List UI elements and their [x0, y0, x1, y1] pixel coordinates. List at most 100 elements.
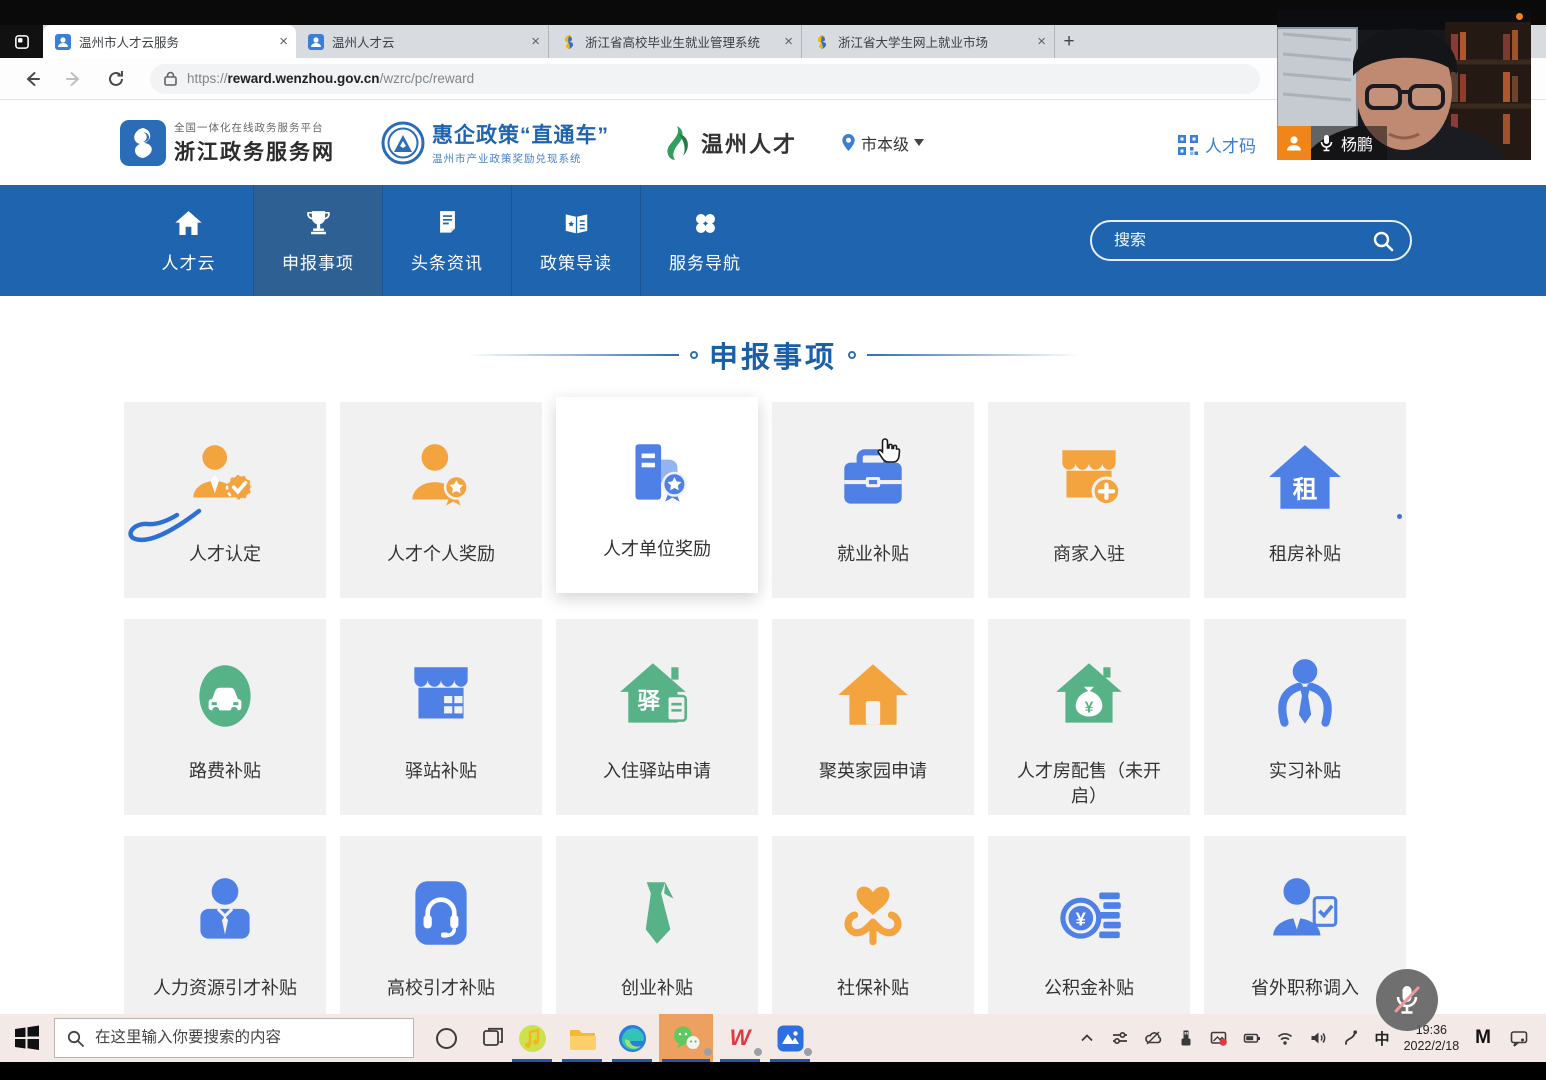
volume-icon[interactable] [1309, 1029, 1327, 1047]
service-card-personal-reward[interactable]: 人才个人奖励 [340, 402, 542, 598]
wenzhou-favicon [55, 34, 71, 50]
url-bar[interactable]: https://reward.wenzhou.gov.cn/wzrc/pc/re… [150, 64, 1260, 94]
edge-browser-icon [618, 1024, 647, 1053]
policy-logo-subtitle: 温州市产业政策奖励兑现系统 [432, 151, 609, 166]
nav-item-news[interactable]: 头条资讯 [382, 185, 511, 296]
search-icon[interactable] [1372, 230, 1394, 252]
pen-ink-icon[interactable] [1342, 1029, 1360, 1047]
tab-title: 浙江省大学生网上就业市场 [838, 32, 1031, 51]
wenzhou-favicon [308, 34, 324, 50]
nav-item-service-nav[interactable]: 服务导航 [640, 185, 769, 296]
region-label: 市本级 [861, 131, 909, 155]
usb-device-icon[interactable] [1177, 1029, 1195, 1047]
notification-icon[interactable] [1510, 1029, 1528, 1047]
taskbar-app-wps[interactable]: W [717, 1014, 763, 1062]
taskbar-app-edge[interactable] [609, 1014, 655, 1062]
service-card-internship-subsidy[interactable]: 实习补贴 [1204, 619, 1406, 815]
tab-overview-button[interactable] [0, 25, 43, 58]
house-money-icon: ¥ [1048, 655, 1130, 737]
browser-tab-1[interactable]: 温州市人才云服务 × [43, 25, 296, 58]
zhejiang-gov-logo[interactable]: 全国一体化在线政务服务平台 浙江政务服务网 [120, 120, 335, 166]
wechat-icon [672, 1024, 701, 1053]
browser-tab-2[interactable]: 温州人才云 × [296, 25, 549, 58]
service-card-university-recruit-subsidy[interactable]: 高校引才补贴 [340, 836, 542, 1014]
file-explorer-icon [568, 1024, 597, 1053]
tab-close-icon[interactable]: × [1037, 33, 1046, 50]
back-icon[interactable] [22, 69, 42, 89]
nav-item-policy-guide[interactable]: 政策导读 [511, 185, 640, 296]
main-navbar: 人才云 申报事项 头条资讯 政策导读 服务导航 [0, 185, 1546, 296]
policy-express-logo[interactable]: 惠企政策“直通车” 温州市产业政策奖励兑现系统 [381, 119, 609, 166]
tray-expand-icon[interactable] [1078, 1029, 1096, 1047]
browser-tab-4[interactable]: 浙江省大学生网上就业市场 × [802, 25, 1055, 58]
service-card-juying-home[interactable]: 聚英家园申请 [772, 619, 974, 815]
battery-icon[interactable] [1243, 1029, 1261, 1047]
service-card-talent-housing[interactable]: ¥ 人才房配售（未开启） [988, 619, 1190, 815]
heart-hands-icon [832, 872, 914, 954]
onedrive-cloud-icon[interactable] [1144, 1029, 1162, 1047]
tab-close-icon[interactable]: × [531, 33, 540, 50]
wifi-icon[interactable] [1276, 1029, 1294, 1047]
trophy-icon [302, 207, 335, 240]
site-search-box[interactable] [1090, 220, 1412, 261]
qr-code-icon [1178, 135, 1198, 155]
taskbar-app-wechat[interactable] [659, 1014, 713, 1062]
ime-indicator[interactable]: 中 [1375, 1028, 1390, 1049]
participant-name: 杨鹏 [1341, 131, 1373, 155]
service-card-housing-fund-subsidy[interactable]: ¥ 公积金补贴 [988, 836, 1190, 1014]
gov-logo-title: 浙江政务服务网 [174, 136, 335, 166]
microphone-muted-icon [1392, 983, 1422, 1017]
service-card-title-transfer[interactable]: 省外职称调入 [1204, 836, 1406, 1014]
search-icon [67, 1030, 84, 1047]
new-tab-button[interactable]: + [1055, 25, 1083, 58]
divider-dot [690, 351, 698, 359]
divider [867, 354, 1080, 356]
browser-tab-3[interactable]: 浙江省高校毕业生就业管理系统 × [549, 25, 802, 58]
taskbar: W 中 19:362022/2/18 M [0, 1014, 1546, 1062]
taskbar-app-explorer[interactable] [559, 1014, 605, 1062]
svg-text:驿: 驿 [638, 688, 661, 713]
service-card-startup-subsidy[interactable]: 创业补贴 [556, 836, 758, 1014]
taskbar-search-input[interactable] [95, 1029, 401, 1047]
service-card-talent-certification[interactable]: 人才认定 [124, 402, 326, 598]
page-content: 申报事项 人才认定 人才个人奖励 人才单位奖励 就业补贴 [0, 296, 1546, 1014]
shop-plus-icon [1048, 438, 1130, 520]
service-card-rent-subsidy[interactable]: 租 租房补贴 [1204, 402, 1406, 598]
site-search-input[interactable] [1114, 232, 1372, 250]
talent-code-link[interactable]: 人才码 [1178, 132, 1256, 157]
tab-close-icon[interactable]: × [279, 33, 288, 50]
service-card-station-checkin[interactable]: 驿 入住驿站申请 [556, 619, 758, 815]
refresh-icon[interactable] [106, 69, 126, 89]
taskbar-app-meeting[interactable] [767, 1014, 813, 1062]
service-card-unit-reward[interactable]: 人才单位奖励 [556, 397, 758, 593]
zhejiang-favicon [814, 34, 830, 50]
ime-logo[interactable]: M [1475, 1027, 1490, 1049]
nav-item-declarations[interactable]: 申报事项 [253, 185, 382, 296]
policy-logo-title: 惠企政策“直通车” [432, 119, 609, 149]
tray-sliders-icon[interactable] [1111, 1029, 1129, 1047]
svg-text:租: 租 [1293, 475, 1318, 503]
service-card-merchant-entry[interactable]: 商家入驻 [988, 402, 1190, 598]
tab-close-icon[interactable]: × [784, 33, 793, 50]
service-card-employment-subsidy[interactable]: 就业补贴 [772, 402, 974, 598]
taskbar-search-box[interactable] [54, 1018, 414, 1058]
screenshot-icon[interactable] [1210, 1029, 1228, 1047]
nav-item-talent-cloud[interactable]: 人才云 [124, 185, 253, 296]
region-selector[interactable]: 市本级 [841, 131, 924, 155]
taskbar-app-music[interactable] [509, 1014, 555, 1062]
service-card-social-insurance-subsidy[interactable]: 社保补贴 [772, 836, 974, 1014]
wenzhou-talent-logo[interactable]: 温州人才 [661, 124, 797, 162]
participant-name-bar: 杨鹏 [1311, 126, 1387, 160]
windows-start-icon[interactable] [14, 1025, 40, 1051]
service-card-station-subsidy[interactable]: 驿站补贴 [340, 619, 542, 815]
cortana-icon[interactable] [436, 1028, 457, 1049]
service-card-hr-recruit-subsidy[interactable]: 人力资源引才补贴 [124, 836, 326, 1014]
location-pin-icon [841, 133, 856, 152]
home-icon [172, 207, 205, 240]
tab-title: 温州人才云 [332, 32, 525, 51]
mute-microphone-button[interactable] [1376, 969, 1438, 1031]
task-view-icon[interactable] [481, 1026, 505, 1050]
service-card-travel-subsidy[interactable]: 路费补贴 [124, 619, 326, 815]
policy-book-icon [560, 207, 593, 240]
person-medal-icon [400, 438, 482, 520]
